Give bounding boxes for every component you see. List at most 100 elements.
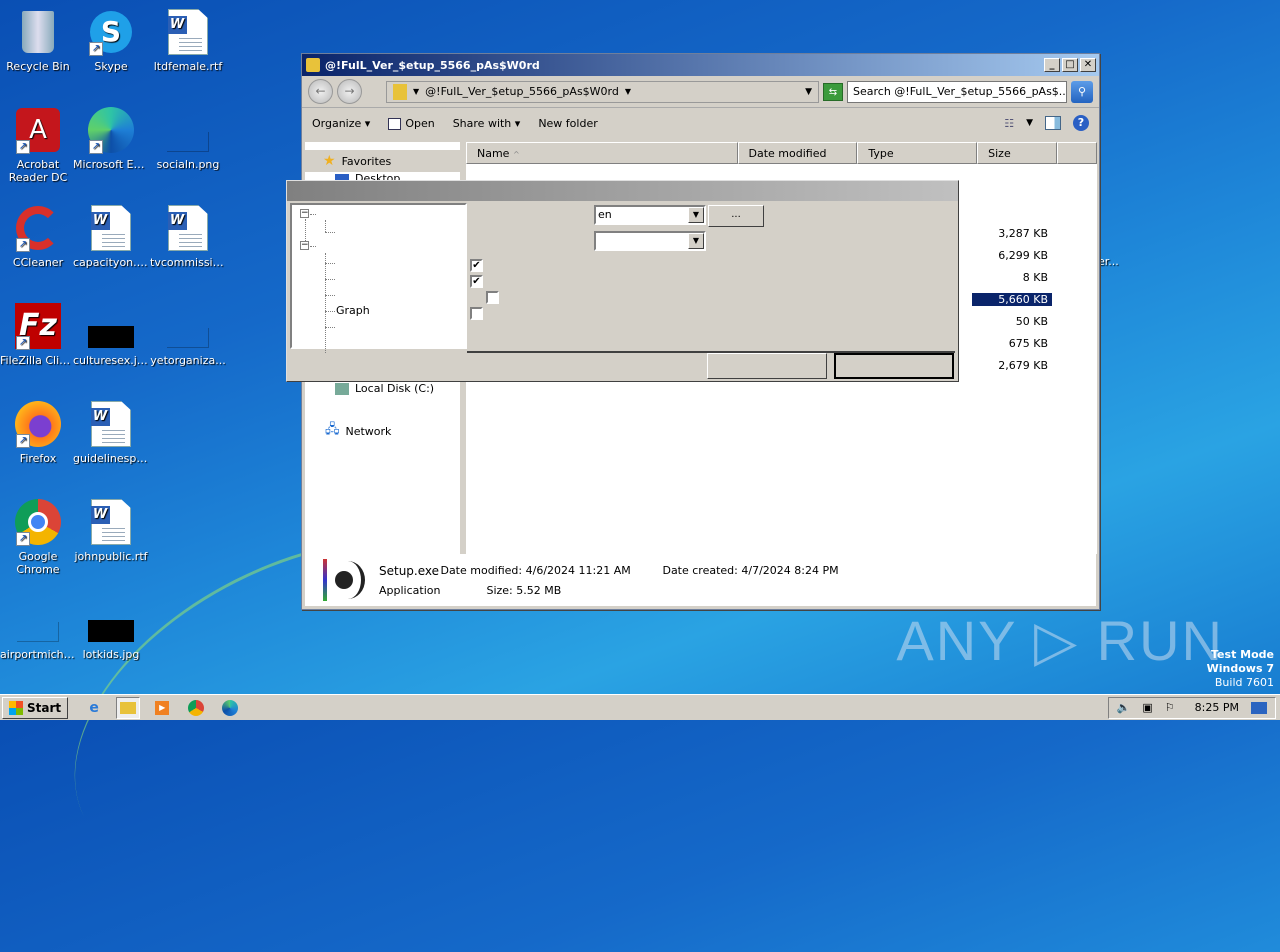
tree-node[interactable]: [325, 232, 335, 233]
desktop-icon-filezilla[interactable]: Fz ↗ FileZilla Client: [0, 302, 76, 367]
desktop-icon-culturesex[interactable]: culturesex.jpg: [73, 302, 149, 367]
settings-tree[interactable]: − − Graph: [290, 203, 467, 353]
open-button[interactable]: Open: [388, 117, 435, 130]
desktop-icon-tvcommission[interactable]: W tvcommissio...: [150, 204, 226, 269]
column-header-type[interactable]: Type: [857, 142, 978, 164]
desktop-icon-acrobat[interactable]: A ↗ Acrobat Reader DC: [0, 106, 76, 184]
details-file-name: Setup.exe: [379, 563, 440, 578]
desktop-icon-skype[interactable]: S ↗ Skype: [73, 8, 149, 73]
address-text: @!FulL_Ver_$etup_5566_pAs$W0rd: [425, 85, 619, 98]
browse-button[interactable]: ...: [708, 205, 764, 227]
view-options-icon[interactable]: ☷: [1004, 117, 1014, 130]
windows-logo-icon: [9, 700, 23, 715]
file-size-cell[interactable]: 2,679 KB: [972, 359, 1052, 372]
network-tray-icon[interactable]: ▣: [1142, 701, 1152, 714]
show-desktop-icon[interactable]: [1251, 701, 1267, 714]
checkbox-2[interactable]: ✔: [470, 275, 483, 288]
checkbox-1[interactable]: ✔: [470, 259, 483, 272]
checkbox-4[interactable]: [470, 307, 483, 320]
file-size-cell[interactable]: 6,299 KB: [972, 249, 1052, 262]
ccleaner-icon: ↗: [14, 204, 62, 252]
tree-node[interactable]: [325, 295, 335, 296]
desktop-icon-airportmicha[interactable]: airportmicha...: [0, 596, 76, 661]
tree-collapse-icon[interactable]: −: [300, 209, 309, 218]
desktop-icon-ccleaner[interactable]: ↗ CCleaner: [0, 204, 76, 269]
explorer-taskbar-icon[interactable]: [116, 696, 141, 719]
tree-node[interactable]: [325, 279, 335, 280]
breadcrumb-chevron-icon[interactable]: ▼: [625, 87, 631, 96]
forward-button[interactable]: →: [337, 79, 362, 104]
organize-button[interactable]: Organize ▾: [312, 117, 370, 130]
desktop-icon-lotkids[interactable]: lotkids.jpg: [73, 596, 149, 661]
skype-icon: S ↗: [87, 8, 135, 56]
action-center-flag-icon[interactable]: ⚐: [1165, 701, 1175, 714]
image-file-icon: [164, 106, 212, 154]
details-date-created: Date created: 4/7/2024 8:24 PM: [662, 563, 839, 577]
address-bar[interactable]: ▼ @!FulL_Ver_$etup_5566_pAs$W0rd ▼ ▼: [386, 80, 819, 103]
file-size-cell[interactable]: 8 KB: [972, 271, 1052, 284]
desktop-icon-partial-label[interactable]: er...: [1098, 255, 1119, 268]
maximize-button[interactable]: □: [1062, 58, 1078, 72]
cancel-button[interactable]: [834, 353, 954, 379]
clock[interactable]: 8:25 PM: [1195, 701, 1239, 714]
desktop-icon-capacityon[interactable]: W capacityon.rtf: [73, 204, 149, 269]
back-button[interactable]: ←: [308, 79, 333, 104]
details-file-type: Application: [379, 583, 441, 597]
desktop-icon-guidelines[interactable]: W guidelinespr...: [73, 400, 149, 465]
desktop-icon-yetorganiza[interactable]: yetorganiza...: [150, 302, 226, 367]
chevron-down-icon[interactable]: ▼: [413, 87, 419, 96]
start-button[interactable]: Start: [2, 696, 69, 719]
edge-taskbar-icon[interactable]: [218, 697, 242, 719]
search-icon[interactable]: ⚲: [1071, 80, 1093, 103]
secondary-select[interactable]: ▼: [594, 231, 706, 251]
column-header-size[interactable]: Size: [977, 142, 1058, 164]
preview-pane-icon[interactable]: [1045, 116, 1061, 130]
view-dropdown-icon[interactable]: ▼: [1026, 118, 1033, 128]
ie-taskbar-icon[interactable]: e: [82, 697, 106, 719]
tree-collapse-icon[interactable]: −: [300, 241, 309, 250]
chevron-down-icon: ▼: [688, 207, 704, 223]
recycle-bin-icon: [14, 8, 62, 56]
chrome-taskbar-icon[interactable]: [184, 697, 208, 719]
volume-icon[interactable]: 🔈: [1117, 701, 1131, 714]
column-header-extra[interactable]: [1057, 142, 1097, 164]
tree-node[interactable]: [325, 327, 335, 328]
close-button[interactable]: ✕: [1080, 58, 1096, 72]
minimize-button[interactable]: _: [1044, 58, 1060, 72]
language-select[interactable]: en ▼: [594, 205, 706, 225]
share-with-button[interactable]: Share with ▾: [453, 117, 521, 130]
desktop-icon-recycle-bin[interactable]: Recycle Bin: [0, 8, 76, 73]
column-header-date[interactable]: Date modified: [737, 142, 858, 164]
explorer-titlebar[interactable]: @!FulL_Ver_$etup_5566_pAs$W0rd _ □ ✕: [302, 54, 1099, 76]
desktop-icon-ltdfemale[interactable]: W ltdfemale.rtf: [150, 8, 226, 73]
column-header-name[interactable]: Name ^: [466, 142, 738, 164]
tree-node[interactable]: [325, 263, 335, 264]
tree-node-graph[interactable]: Graph: [336, 304, 370, 317]
search-input[interactable]: Search @!FulL_Ver_$etup_5566_pAs$...: [847, 80, 1067, 103]
help-icon[interactable]: ?: [1073, 115, 1089, 131]
file-size-cell[interactable]: 3,287 KB: [972, 227, 1052, 240]
file-size-cell[interactable]: 5,660 KB: [972, 293, 1052, 306]
desktop-icon-chrome[interactable]: ↗ Google Chrome: [0, 498, 76, 576]
desktop-icon-firefox[interactable]: ↗ Firefox: [0, 400, 76, 465]
checkbox-3[interactable]: [486, 291, 499, 304]
image-file-icon: [14, 596, 62, 644]
desktop-icon-edge[interactable]: ↗ Microsoft Edge: [73, 106, 149, 171]
new-folder-button[interactable]: New folder: [538, 117, 597, 130]
settings-dialog[interactable]: − − Graph en ▼ ... ▼ ✔ ✔: [286, 180, 959, 382]
folder-icon: [306, 58, 320, 72]
desktop-icon-socialn[interactable]: socialn.png: [150, 106, 226, 171]
nav-network[interactable]: 🖧 Network: [325, 420, 391, 442]
file-size-cell[interactable]: 50 KB: [972, 315, 1052, 328]
media-player-taskbar-icon[interactable]: ▶: [150, 697, 174, 719]
refresh-button[interactable]: ⇆: [823, 82, 843, 101]
nav-favorites[interactable]: ★ Favorites: [305, 150, 460, 172]
desktop-icon-johnpublic[interactable]: W johnpublic.rtf: [73, 498, 149, 563]
image-file-icon: [87, 596, 135, 644]
address-dropdown-icon[interactable]: ▼: [805, 87, 812, 97]
file-size-cell[interactable]: 675 KB: [972, 337, 1052, 350]
ok-button[interactable]: [707, 353, 827, 379]
nav-local-disk[interactable]: Local Disk (C:): [335, 382, 434, 395]
dialog-titlebar[interactable]: [287, 181, 958, 201]
star-icon: ★: [323, 153, 336, 169]
